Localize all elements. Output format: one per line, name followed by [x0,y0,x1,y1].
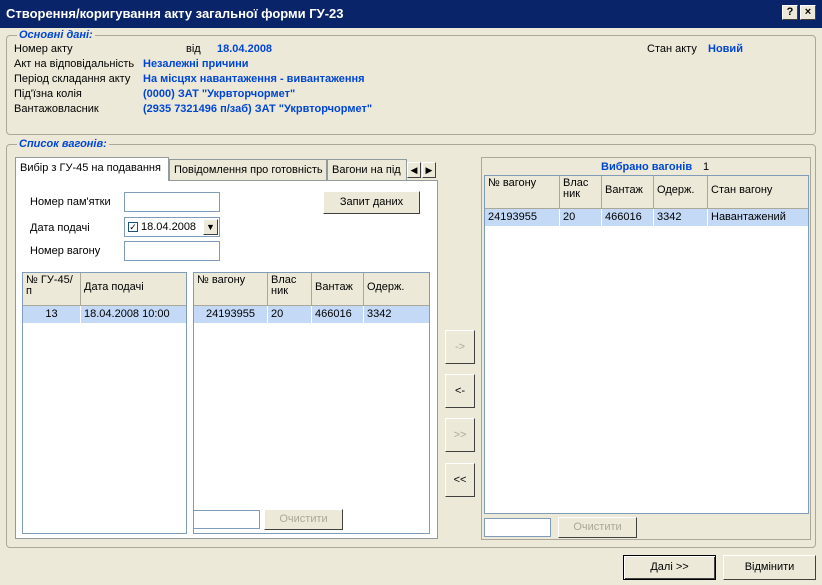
tab-scroll-right-icon[interactable]: ▶ [422,162,436,178]
query-button[interactable]: Запит даних [323,191,420,214]
wagon-col-cargo[interactable]: Вантаж [312,273,364,306]
title-bar: Створення/коригування акту загальної фор… [0,0,822,28]
add-one-button[interactable]: -> [445,330,475,364]
wagon-number-label: Номер вагону [30,245,101,257]
window-title: Створення/коригування акту загальної фор… [6,6,344,21]
close-button[interactable]: × [800,5,816,20]
date-label: Дата подачі [30,222,90,234]
left-filter-input[interactable] [193,510,260,529]
owner-label: Вантажовласник [14,103,99,115]
act-date: 18.04.2008 [217,43,273,55]
memo-label: Номер пам'ятки [30,196,111,208]
period-value: На місцях навантаження - вивантаження [143,73,365,85]
selected-table: № вагону Влас ник Вантаж Одерж. Стан ваг… [484,175,809,514]
selected-col-owner[interactable]: Влас ник [560,176,602,209]
date-value: 18.04.2008 [141,221,197,233]
gu45-row-date[interactable]: 18.04.2008 10:00 [81,306,186,323]
wagon-row-receiver[interactable]: 3342 [364,306,429,323]
tab-gu45[interactable]: Вибір з ГУ-45 на подавання [15,157,169,181]
wagon-row-owner[interactable]: 20 [268,306,312,323]
remove-all-button[interactable]: << [445,463,475,497]
remove-one-button[interactable]: <- [445,374,475,408]
selected-row-number[interactable]: 24193955 [485,209,560,226]
selected-col-number[interactable]: № вагону [485,176,560,209]
responsibility-label: Акт на відповідальність [14,58,135,70]
period-label: Період складання акту [14,73,131,85]
right-clear-button[interactable]: Очистити [558,517,637,538]
act-number-label: Номер акту [14,43,73,55]
selected-row-owner[interactable]: 20 [560,209,602,226]
wagon-col-receiver[interactable]: Одерж. [364,273,429,306]
gu45-row-number[interactable]: 13 [23,306,81,323]
selected-col-receiver[interactable]: Одерж. [654,176,708,209]
gu45-col-date[interactable]: Дата подачі [81,273,186,306]
responsibility-value: Незалежні причини [143,58,249,70]
next-button[interactable]: Далі >> [623,555,716,580]
act-state-label: Стан акту [647,43,697,55]
gu45-col-number[interactable]: № ГУ-45/п [23,273,81,306]
cancel-button[interactable]: Відмінити [723,555,816,580]
date-picker[interactable]: ✓ 18.04.2008 ▼ [124,217,220,237]
wagon-col-number[interactable]: № вагону [194,273,268,306]
main-info-legend: Основні дані: [17,29,95,41]
from-label: від [186,43,201,55]
tab-scroll-left-icon[interactable]: ◀ [407,162,421,178]
track-value: (0000) ЗАТ "Укрвторчормет" [143,88,296,100]
wagon-col-owner[interactable]: Влас ник [268,273,312,306]
wagons-legend: Список вагонів: [17,138,109,150]
selected-row-state[interactable]: Навантажений [708,209,808,226]
selected-row-receiver[interactable]: 3342 [654,209,708,226]
tab-readiness[interactable]: Повідомлення про готовність [169,159,327,180]
wagon-table: № вагону Влас ник Вантаж Одерж. 24193955… [193,272,430,534]
selected-col-cargo[interactable]: Вантаж [602,176,654,209]
selected-row-cargo[interactable]: 466016 [602,209,654,226]
selected-col-state[interactable]: Стан вагону [708,176,808,209]
track-label: Під'їзна колія [14,88,82,100]
right-filter-input[interactable] [484,518,551,537]
memo-input[interactable] [124,192,220,212]
owner-value: (2935 7321496 п/заб) ЗАТ "Укрвторчормет" [143,103,373,115]
gu45-table: № ГУ-45/п Дата подачі 13 18.04.2008 10:0… [22,272,187,534]
wagon-row-cargo[interactable]: 466016 [312,306,364,323]
tab-wagons-on[interactable]: Вагони на під [327,159,407,180]
date-dropdown-icon[interactable]: ▼ [203,219,218,235]
selected-title: Вибрано вагонів [601,161,693,173]
wagon-row-number[interactable]: 24193955 [194,306,268,323]
left-clear-button[interactable]: Очистити [264,509,343,530]
date-checkbox[interactable]: ✓ [128,222,138,232]
help-button[interactable]: ? [782,5,798,20]
act-state: Новий [708,43,743,55]
wagon-number-input[interactable] [124,241,220,261]
selected-count: 1 [703,161,710,173]
add-all-button[interactable]: >> [445,418,475,452]
